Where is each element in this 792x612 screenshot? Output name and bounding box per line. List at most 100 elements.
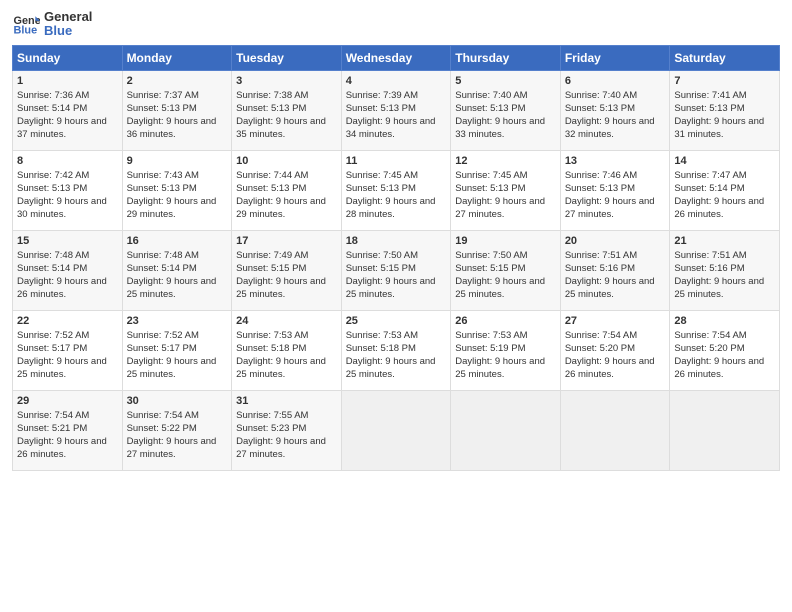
logo-text-general: General bbox=[44, 10, 92, 24]
day-number: 3 bbox=[236, 75, 337, 87]
daylight-hours: Daylight: 9 hours and 27 minutes. bbox=[236, 436, 326, 460]
daylight-hours: Daylight: 9 hours and 25 minutes. bbox=[236, 356, 326, 380]
daylight-hours: Daylight: 9 hours and 28 minutes. bbox=[346, 196, 436, 220]
calendar-cell: 26Sunrise: 7:53 AMSunset: 5:19 PMDayligh… bbox=[451, 310, 561, 390]
sunset-time: Sunset: 5:18 PM bbox=[236, 343, 306, 354]
sunrise-time: Sunrise: 7:52 AM bbox=[17, 330, 89, 341]
sunset-time: Sunset: 5:22 PM bbox=[127, 423, 197, 434]
sunrise-time: Sunrise: 7:44 AM bbox=[236, 170, 308, 181]
sunrise-time: Sunrise: 7:53 AM bbox=[455, 330, 527, 341]
calendar-cell: 17 Sunrise: 7:49 AMSunset: 5:15 PMDayligh… bbox=[232, 230, 342, 310]
calendar-cell: 18Sunrise: 7:50 AMSunset: 5:15 PMDayligh… bbox=[341, 230, 451, 310]
sunset-time: Sunset: 5:15 PM bbox=[455, 263, 525, 274]
day-info: Sunrise: 7:41 AMSunset: 5:13 PMDaylight:… bbox=[674, 89, 775, 142]
calendar-cell: 2Sunrise: 7:37 AMSunset: 5:13 PMDaylight… bbox=[122, 70, 232, 150]
col-friday: Friday bbox=[560, 45, 670, 70]
sunset-time: Sunset: 5:17 PM bbox=[17, 343, 87, 354]
sunset-time: Sunset: 5:13 PM bbox=[346, 103, 416, 114]
calendar-cell: 20Sunrise: 7:51 AMSunset: 5:16 PMDayligh… bbox=[560, 230, 670, 310]
sunrise-time: Sunrise: 7:45 AM bbox=[346, 170, 418, 181]
calendar-cell: 11Sunrise: 7:45 AMSunset: 5:13 PMDayligh… bbox=[341, 150, 451, 230]
sunrise-time: Sunrise: 7:40 AM bbox=[565, 90, 637, 101]
sunset-time: Sunset: 5:13 PM bbox=[236, 103, 306, 114]
daylight-hours: Daylight: 9 hours and 26 minutes. bbox=[674, 196, 764, 220]
sunrise-time: Sunrise: 7:53 AM bbox=[346, 330, 418, 341]
sunset-time: Sunset: 5:13 PM bbox=[127, 183, 197, 194]
calendar-cell: 9Sunrise: 7:43 AMSunset: 5:13 PMDaylight… bbox=[122, 150, 232, 230]
sunrise-time: Sunrise: 7:54 AM bbox=[127, 410, 199, 421]
day-number: 28 bbox=[674, 315, 775, 327]
day-number: 24 bbox=[236, 315, 337, 327]
day-info: Sunrise: 7:39 AMSunset: 5:13 PMDaylight:… bbox=[346, 89, 447, 142]
sunrise-time: Sunrise: 7:41 AM bbox=[674, 90, 746, 101]
sunrise-time: Sunrise: 7:51 AM bbox=[565, 250, 637, 261]
sunrise-time: Sunrise: 7:40 AM bbox=[455, 90, 527, 101]
sunset-time: Sunset: 5:13 PM bbox=[565, 183, 635, 194]
day-number: 11 bbox=[346, 155, 447, 167]
sunset-time: Sunset: 5:13 PM bbox=[674, 103, 744, 114]
calendar-table: Sunday Monday Tuesday Wednesday Thursday… bbox=[12, 45, 780, 471]
calendar-week-row: 22Sunrise: 7:52 AMSunset: 5:17 PMDayligh… bbox=[13, 310, 780, 390]
day-number: 16 bbox=[127, 235, 228, 247]
sunset-time: Sunset: 5:14 PM bbox=[17, 103, 87, 114]
sunrise-time: Sunrise: 7:42 AM bbox=[17, 170, 89, 181]
calendar-cell bbox=[451, 390, 561, 470]
day-info: Sunrise: 7:48 AMSunset: 5:14 PMDaylight:… bbox=[17, 249, 118, 302]
day-info: Sunrise: 7:52 AMSunset: 5:17 PMDaylight:… bbox=[127, 329, 228, 382]
sunset-time: Sunset: 5:21 PM bbox=[17, 423, 87, 434]
daylight-hours: Daylight: 9 hours and 25 minutes. bbox=[127, 276, 217, 300]
day-number: 25 bbox=[346, 315, 447, 327]
day-number: 29 bbox=[17, 395, 118, 407]
calendar-cell: 28 Sunrise: 7:54 AMSunset: 5:20 PMDayligh… bbox=[670, 310, 780, 390]
sunrise-time: Sunrise: 7:48 AM bbox=[17, 250, 89, 261]
calendar-cell: 31Sunrise: 7:55 AMSunset: 5:23 PMDayligh… bbox=[232, 390, 342, 470]
sunset-time: Sunset: 5:15 PM bbox=[236, 263, 306, 274]
daylight-hours: Daylight: 9 hours and 32 minutes. bbox=[565, 116, 655, 140]
calendar-cell: 8Sunrise: 7:42 AMSunset: 5:13 PMDaylight… bbox=[13, 150, 123, 230]
calendar-cell: 1Sunrise: 7:36 AMSunset: 5:14 PMDaylight… bbox=[13, 70, 123, 150]
col-tuesday: Tuesday bbox=[232, 45, 342, 70]
day-info: Sunrise: 7:54 AMSunset: 5:20 PMDaylight:… bbox=[674, 329, 775, 382]
day-number: 15 bbox=[17, 235, 118, 247]
daylight-hours: Daylight: 9 hours and 30 minutes. bbox=[17, 196, 107, 220]
day-number: 27 bbox=[565, 315, 666, 327]
sunrise-time: Sunrise: 7:52 AM bbox=[127, 330, 199, 341]
day-number: 5 bbox=[455, 75, 556, 87]
day-info: Sunrise: 7:55 AMSunset: 5:23 PMDaylight:… bbox=[236, 409, 337, 462]
sunset-time: Sunset: 5:16 PM bbox=[565, 263, 635, 274]
day-info: Sunrise: 7:37 AMSunset: 5:13 PMDaylight:… bbox=[127, 89, 228, 142]
daylight-hours: Daylight: 9 hours and 29 minutes. bbox=[127, 196, 217, 220]
day-info: Sunrise: 7:54 AMSunset: 5:22 PMDaylight:… bbox=[127, 409, 228, 462]
day-info: Sunrise: 7:49 AMSunset: 5:15 PMDaylight:… bbox=[236, 249, 337, 302]
day-number: 18 bbox=[346, 235, 447, 247]
col-monday: Monday bbox=[122, 45, 232, 70]
day-info: Sunrise: 7:53 AMSunset: 5:18 PMDaylight:… bbox=[346, 329, 447, 382]
day-info: Sunrise: 7:40 AM Sunset: 5:13 PM Daylight:… bbox=[565, 89, 666, 142]
day-number: 17 bbox=[236, 235, 337, 247]
day-number: 23 bbox=[127, 315, 228, 327]
col-thursday: Thursday bbox=[451, 45, 561, 70]
day-number: 22 bbox=[17, 315, 118, 327]
calendar-cell: 27Sunrise: 7:54 AMSunset: 5:20 PMDayligh… bbox=[560, 310, 670, 390]
day-info: Sunrise: 7:50 AMSunset: 5:15 PMDaylight:… bbox=[455, 249, 556, 302]
sunset-time: Sunset: 5:23 PM bbox=[236, 423, 306, 434]
daylight-hours: Daylight: 9 hours and 25 minutes. bbox=[674, 276, 764, 300]
col-saturday: Saturday bbox=[670, 45, 780, 70]
daylight-hours: Daylight: 9 hours and 25 minutes. bbox=[346, 356, 436, 380]
sunrise-time: Sunrise: 7:48 AM bbox=[127, 250, 199, 261]
sunrise-time: Sunrise: 7:54 AM bbox=[17, 410, 89, 421]
day-info: Sunrise: 7:38 AMSunset: 5:13 PMDaylight:… bbox=[236, 89, 337, 142]
day-info: Sunrise: 7:42 AMSunset: 5:13 PMDaylight:… bbox=[17, 169, 118, 222]
calendar-cell bbox=[670, 390, 780, 470]
sunrise-time: Sunrise: 7:47 AM bbox=[674, 170, 746, 181]
day-number: 20 bbox=[565, 235, 666, 247]
day-info: Sunrise: 7:36 AMSunset: 5:14 PMDaylight:… bbox=[17, 89, 118, 142]
daylight-hours: Daylight: 9 hours and 26 minutes. bbox=[17, 276, 107, 300]
sunset-time: Sunset: 5:14 PM bbox=[127, 263, 197, 274]
daylight-hours: Daylight: 9 hours and 35 minutes. bbox=[236, 116, 326, 140]
calendar-week-row: 8Sunrise: 7:42 AMSunset: 5:13 PMDaylight… bbox=[13, 150, 780, 230]
sunset-time: Sunset: 5:13 PM bbox=[565, 103, 635, 114]
daylight-hours: Daylight: 9 hours and 25 minutes. bbox=[346, 276, 436, 300]
day-info: Sunrise: 7:43 AMSunset: 5:13 PMDaylight:… bbox=[127, 169, 228, 222]
daylight-hours: Daylight: 9 hours and 33 minutes. bbox=[455, 116, 545, 140]
